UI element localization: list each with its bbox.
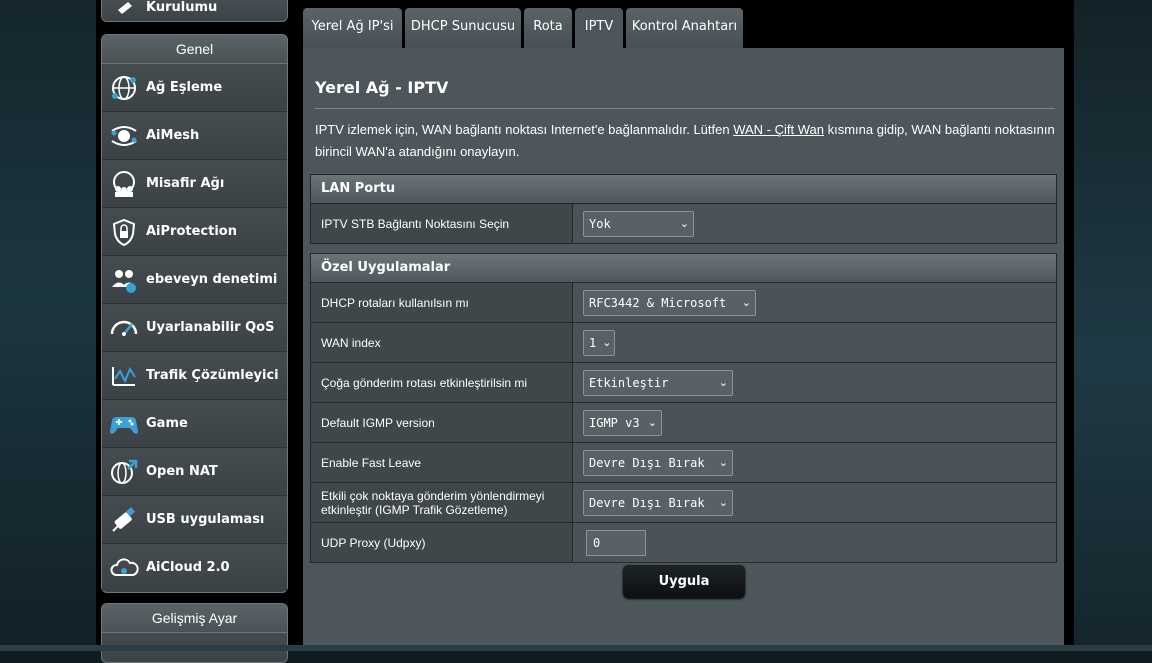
chevron-down-icon: ⌄ (741, 296, 751, 309)
iptv-stb-port-label: IPTV STB Bağlantı Noktasını Seçin (311, 204, 573, 243)
iptv-stb-port-value: Yok (589, 216, 611, 231)
igmp-snooping-value: Devre Dışı Bırak (589, 495, 705, 510)
wan-dual-wan-link[interactable]: WAN - Çift Wan (733, 122, 824, 137)
fast-leave-value: Devre Dışı Bırak (589, 455, 705, 470)
tab-switch-control[interactable]: Kontrol Anahtarı (626, 8, 743, 48)
tab-lan-ip[interactable]: Yerel Ağ IP'si (303, 8, 402, 48)
table-row: IPTV STB Bağlantı Noktasını Seçin Yok ⌄ (311, 204, 1056, 243)
sidebar-item-label: Uyarlanabilir QoS (146, 320, 275, 335)
sidebar-item-label: Game (146, 416, 188, 431)
sidebar-item-traffic-analyzer[interactable]: Trafik Çözümleyici (102, 352, 287, 400)
sidebar-item-label: Ağ Eşleme (146, 80, 223, 95)
table-row: WAN index 1 ⌄ (311, 323, 1056, 363)
sidebar-top-label: Kurulumu (146, 0, 218, 15)
sidebar-item-guest-network[interactable]: Misafir Ağı (102, 160, 287, 208)
traffic-analyzer-icon (108, 360, 140, 392)
sidebar-item-aiprotection[interactable]: AiProtection (102, 208, 287, 256)
dhcp-routes-select[interactable]: RFC3442 & Microsoft ⌄ (583, 289, 756, 316)
chevron-down-icon: ⌄ (718, 456, 728, 469)
iptv-stb-port-select[interactable]: Yok ⌄ (583, 210, 694, 237)
cloud-icon (108, 552, 140, 584)
apply-button[interactable]: Uygula (623, 565, 745, 598)
special-applications-header: Özel Uygulamalar (311, 254, 1056, 283)
description: IPTV izlemek için, WAN bağlantı noktası … (315, 119, 1060, 163)
wan-index-select[interactable]: 1 ⌄ (583, 329, 615, 356)
table-row: Etkili çok noktaya gönderim yönlendirmey… (311, 483, 1056, 523)
sidebar-item-label: AiMesh (146, 128, 200, 143)
sidebar-item-network-map[interactable]: Ağ Eşleme (102, 64, 287, 112)
aimesh-icon (108, 120, 140, 152)
chevron-down-icon: ⌄ (647, 416, 657, 429)
wrench-icon (118, 2, 132, 14)
sidebar-item-game[interactable]: Game (102, 400, 287, 448)
multicast-routing-label: Çoğa gönderim rotası etkinleştirilsin mi (311, 363, 573, 402)
fast-leave-label: Enable Fast Leave (311, 443, 573, 482)
shield-lock-icon (108, 216, 140, 248)
background-right (1074, 0, 1152, 651)
sidebar-general: Genel Ağ Eşleme AiMesh Misafir Ağı AiPro… (101, 34, 288, 593)
speedometer-icon (108, 312, 140, 344)
igmp-version-label: Default IGMP version (311, 403, 573, 442)
network-map-icon (108, 72, 140, 104)
sidebar-item-label: AiCloud 2.0 (146, 560, 230, 575)
multicast-routing-select[interactable]: Etkinleştir ⌄ (583, 369, 733, 396)
sidebar-item-open-nat[interactable]: Open NAT (102, 448, 287, 496)
usb-icon (108, 504, 140, 536)
multicast-routing-value: Etkinleştir (589, 375, 669, 390)
page-title: Yerel Ağ - IPTV (315, 78, 449, 97)
bottom-strip (0, 645, 1152, 651)
table-row: Default IGMP version IGMP v3 ⌄ (311, 403, 1056, 443)
igmp-version-value: IGMP v3 (589, 415, 640, 430)
udp-proxy-label: UDP Proxy (Udpxy) (311, 523, 573, 562)
igmp-snooping-label: Etkili çok noktaya gönderim yönlendirmey… (311, 483, 573, 522)
sidebar-item-parental-control[interactable]: ebeveyn denetimi (102, 256, 287, 304)
sidebar-item-label: AiProtection (146, 224, 237, 239)
sidebar-item-aimesh[interactable]: AiMesh (102, 112, 287, 160)
lan-port-header: LAN Portu (311, 175, 1056, 204)
sidebar-item-label: Trafik Çözümleyici (146, 368, 279, 383)
udp-proxy-input[interactable]: 0 (586, 529, 646, 556)
parental-control-icon (108, 264, 140, 296)
guest-network-icon (108, 168, 140, 200)
lan-port-table: LAN Portu IPTV STB Bağlantı Noktasını Se… (310, 174, 1057, 244)
tab-dhcp-server[interactable]: DHCP Sunucusu (405, 8, 521, 48)
sidebar-top-partial[interactable]: Kurulumu (101, 0, 288, 22)
sidebar-item-adaptive-qos[interactable]: Uyarlanabilir QoS (102, 304, 287, 352)
sidebar-general-header: Genel (102, 35, 287, 64)
chevron-down-icon: ⌄ (718, 376, 728, 389)
table-row: DHCP rotaları kullanılsın mı RFC3442 & M… (311, 283, 1056, 323)
special-applications-table: Özel Uygulamalar DHCP rotaları kullanıls… (310, 253, 1057, 563)
sidebar-item-usb-application[interactable]: USB uygulaması (102, 496, 287, 544)
table-row: Çoğa gönderim rotası etkinleştirilsin mi… (311, 363, 1056, 403)
title-divider (315, 108, 1055, 109)
gamepad-icon (108, 408, 140, 440)
main-panel: Yerel Ağ - IPTV IPTV izlemek için, WAN b… (303, 48, 1064, 651)
dhcp-routes-label: DHCP rotaları kullanılsın mı (311, 283, 573, 322)
igmp-snooping-select[interactable]: Devre Dışı Bırak ⌄ (583, 489, 733, 516)
chevron-down-icon: ⌄ (602, 336, 612, 349)
wan-index-label: WAN index (311, 323, 573, 362)
tab-route[interactable]: Rota (524, 8, 572, 48)
sidebar-advanced-header: Gelişmiş Ayar (102, 604, 287, 633)
sidebar-item-label: ebeveyn denetimi (146, 272, 278, 287)
description-text-1: IPTV izlemek için, WAN bağlantı noktası … (315, 122, 734, 137)
background-left (0, 0, 96, 651)
sidebar-item-label: USB uygulaması (146, 512, 265, 527)
tab-iptv[interactable]: IPTV (575, 8, 623, 48)
dhcp-routes-value: RFC3442 & Microsoft (589, 295, 727, 310)
sidebar-item-aicloud[interactable]: AiCloud 2.0 (102, 544, 287, 591)
wan-index-value: 1 (589, 335, 597, 350)
table-row: Enable Fast Leave Devre Dışı Bırak ⌄ (311, 443, 1056, 483)
sidebar-item-label: Misafir Ağı (146, 176, 225, 191)
sidebar-item-label: Open NAT (146, 464, 218, 479)
fast-leave-select[interactable]: Devre Dışı Bırak ⌄ (583, 449, 733, 476)
table-row: UDP Proxy (Udpxy) 0 (311, 523, 1056, 562)
chevron-down-icon: ⌄ (718, 496, 728, 509)
chevron-down-icon: ⌄ (679, 217, 689, 230)
sidebar-advanced: Gelişmiş Ayar (101, 603, 288, 663)
open-nat-icon (108, 456, 140, 488)
igmp-version-select[interactable]: IGMP v3 ⌄ (583, 409, 662, 436)
